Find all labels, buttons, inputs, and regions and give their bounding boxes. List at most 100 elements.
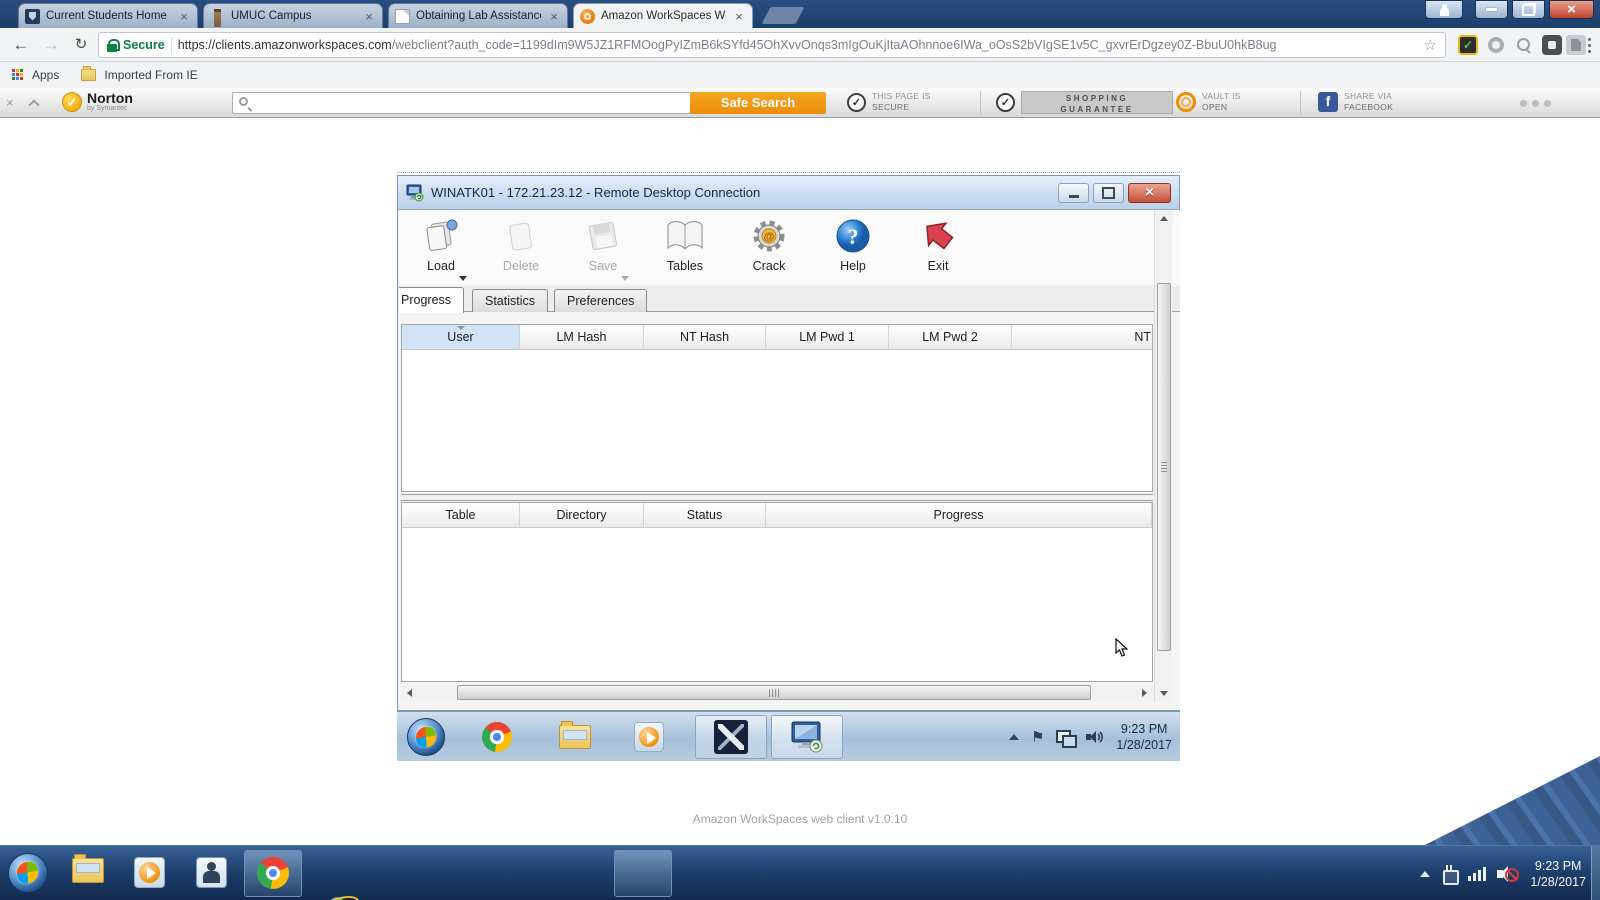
new-tab-button[interactable] [761, 7, 804, 24]
load-dropdown-icon[interactable] [459, 276, 467, 281]
tray-expand-icon[interactable] [1420, 871, 1430, 877]
apps-label[interactable]: Apps [32, 68, 59, 82]
pane-splitter[interactable] [401, 494, 1153, 501]
load-button[interactable]: Load [407, 213, 475, 283]
rdp-vertical-scrollbar[interactable] [1154, 210, 1172, 702]
scroll-down-icon[interactable] [1155, 685, 1173, 702]
close-button[interactable] [1549, 0, 1594, 19]
rdp-horizontal-scrollbar[interactable] [401, 684, 1153, 701]
column-header-nt-hash[interactable]: NT Hash [644, 325, 766, 350]
taskbar-button-ophcrack[interactable] [695, 715, 767, 759]
tab-close-icon[interactable]: × [362, 10, 376, 23]
tab-preferences[interactable]: Preferences [554, 289, 647, 312]
workspace-explorer-icon[interactable] [559, 725, 591, 749]
vault-badge[interactable]: VAULT IS OPEN [1176, 91, 1241, 113]
scroll-up-icon[interactable] [1155, 210, 1173, 227]
show-desktop-button[interactable] [1591, 846, 1600, 900]
forward-button[interactable]: → [38, 32, 64, 58]
network-icon[interactable] [1056, 730, 1074, 745]
tray-expand-icon[interactable] [1009, 734, 1019, 740]
workspace-chrome-icon[interactable] [482, 722, 512, 752]
reload-button[interactable]: ↻ [68, 32, 94, 58]
tab-close-icon[interactable]: × [732, 10, 746, 23]
host-clock-time: 9:23 PM [1530, 858, 1586, 874]
address-bar[interactable]: Secure https://clients.amazonworkspaces.… [98, 32, 1446, 58]
internet-explorer-icon[interactable]: e [320, 889, 352, 900]
rdp-minimize-button[interactable] [1058, 183, 1089, 203]
column-header-lm-pwd-2[interactable]: LM Pwd 2 [889, 325, 1012, 350]
page-secure-badge[interactable]: ✓ THIS PAGE IS SECURE [847, 91, 931, 113]
norton-extension-icon[interactable]: ✓ [1458, 35, 1478, 55]
secure-check-icon: ✓ [847, 93, 866, 112]
browser-tab-lab-assistance[interactable]: Obtaining Lab Assistance × [388, 3, 568, 28]
svg-text:?: ? [848, 224, 859, 249]
host-explorer-icon[interactable] [72, 858, 104, 883]
column-header-progress[interactable]: Progress [766, 503, 1152, 528]
shopping-guarantee-badge[interactable]: ✓ SHOPPING GUARANTEE [996, 91, 1173, 114]
scroll-right-icon[interactable] [1136, 684, 1153, 701]
bookmark-star-icon[interactable]: ☆ [1424, 36, 1437, 54]
host-taskbar: e X N O P W 9:23 PM 1/28/2017 [0, 845, 1600, 900]
scroll-left-icon[interactable] [401, 684, 418, 701]
rdp-titlebar[interactable]: WINATK01 - 172.21.23.12 - Remote Desktop… [398, 176, 1179, 210]
tab-close-icon[interactable]: × [177, 10, 191, 23]
share-facebook-badge[interactable]: f SHARE VIA FACEBOOK [1318, 91, 1393, 113]
imported-from-ie-bookmark[interactable]: Imported From IE [104, 68, 197, 82]
rdp-close-button[interactable] [1128, 183, 1171, 203]
bookmark-folder-icon[interactable] [81, 69, 96, 81]
apps-grid-icon[interactable] [12, 69, 24, 81]
host-taskbar-button-word[interactable] [614, 850, 672, 897]
norton-search-input[interactable] [232, 92, 690, 114]
vertical-scroll-thumb[interactable] [1157, 283, 1171, 651]
extension-search-icon[interactable] [1514, 35, 1534, 55]
tables-button[interactable]: Tables [651, 213, 719, 283]
browser-tab-current-students[interactable]: Current Students Home | × [18, 3, 198, 28]
tab-statistics[interactable]: Statistics [472, 289, 548, 312]
column-header-user[interactable]: User [402, 325, 520, 350]
action-center-flag-icon[interactable]: ⚑ [1031, 730, 1044, 745]
minimize-button[interactable] [1475, 0, 1508, 19]
profile-button[interactable] [1425, 0, 1463, 19]
power-plug-icon[interactable] [1441, 865, 1457, 883]
extension-circle-icon[interactable] [1486, 35, 1506, 55]
browser-menu-icon[interactable] [1588, 38, 1591, 41]
column-header-lm-hash[interactable]: LM Hash [520, 325, 644, 350]
rdp-restore-button[interactable] [1093, 183, 1124, 203]
safe-search-button[interactable]: Safe Search [690, 92, 826, 114]
pdf-extension-icon[interactable] [1566, 35, 1586, 55]
column-header-lm-pwd-1[interactable]: LM Pwd 1 [766, 325, 889, 350]
column-header-table[interactable]: Table [402, 503, 520, 528]
workspace-start-button[interactable] [407, 718, 445, 756]
taskbar-button-remote-desktop[interactable] [771, 715, 843, 759]
windows-flag-icon [415, 725, 436, 749]
toolbar-collapse-icon[interactable] [28, 99, 39, 110]
volume-icon[interactable] [1086, 729, 1104, 745]
host-clock[interactable]: 9:23 PM 1/28/2017 [1530, 858, 1586, 890]
host-pinned-app-icon[interactable] [196, 857, 227, 888]
toolbar-close-icon[interactable]: × [6, 95, 14, 110]
exit-button[interactable]: Exit [904, 213, 972, 283]
toolbar-more-icon[interactable] [1520, 100, 1527, 107]
extension-square-icon[interactable] [1542, 35, 1562, 55]
workspace-clock[interactable]: 9:23 PM 1/28/2017 [1116, 721, 1172, 753]
crack-button[interactable]: @ Crack [735, 213, 803, 283]
workspace-media-player-icon[interactable] [634, 722, 664, 752]
restore-button[interactable] [1512, 0, 1545, 19]
ophcrack-icon [714, 720, 748, 754]
host-media-player-icon[interactable] [134, 857, 165, 888]
host-start-button[interactable] [8, 853, 48, 893]
column-header-nt-pwd[interactable]: NT Pwd [1012, 325, 1153, 350]
tab-close-icon[interactable]: × [547, 10, 561, 23]
browser-tab-umuc-campus[interactable]: UMUC Campus × [203, 3, 383, 28]
back-button[interactable]: ← [8, 32, 34, 58]
signal-bars-icon[interactable] [1468, 866, 1486, 881]
column-header-status[interactable]: Status [644, 503, 766, 528]
column-header-directory[interactable]: Directory [520, 503, 644, 528]
web-client-version-text: Amazon WorkSpaces web client v1.0.10 [0, 812, 1600, 826]
tab-progress[interactable]: Progress [399, 287, 464, 313]
host-chrome-icon[interactable] [257, 857, 289, 889]
help-button[interactable]: ? Help [819, 213, 887, 283]
volume-muted-icon[interactable] [1497, 866, 1519, 882]
horizontal-scroll-thumb[interactable] [457, 685, 1091, 700]
browser-tab-amazon-workspaces[interactable]: Amazon WorkSpaces We × [573, 3, 753, 28]
